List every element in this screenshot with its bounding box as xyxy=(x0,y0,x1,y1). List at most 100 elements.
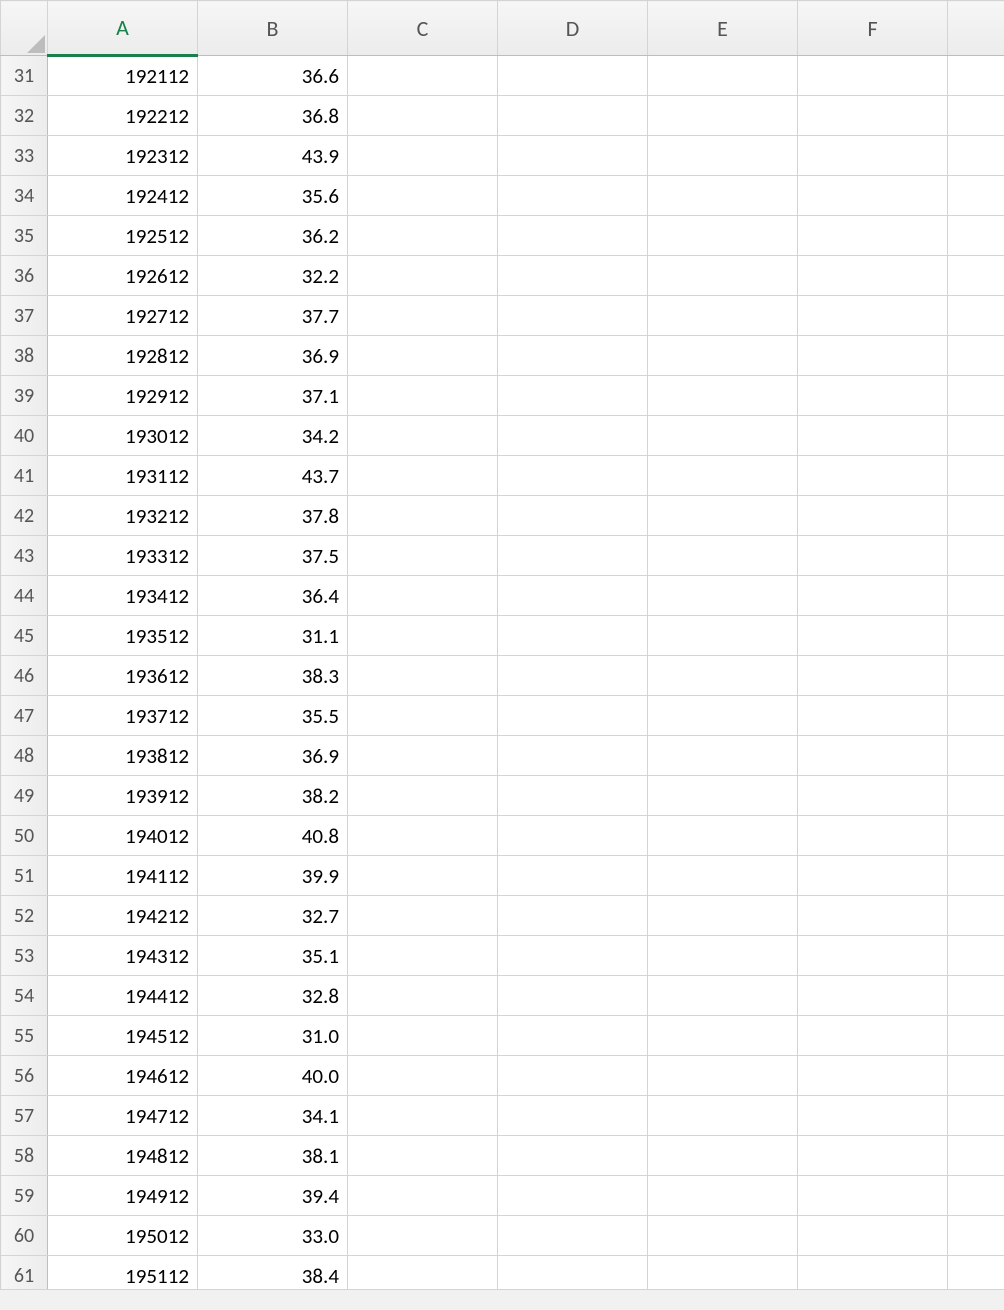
cell-A[interactable]: 194012 xyxy=(48,816,198,856)
cell-B[interactable]: 35.1 xyxy=(198,936,348,976)
cell-E[interactable] xyxy=(648,96,798,136)
cell-E[interactable] xyxy=(648,296,798,336)
row-header[interactable]: 31 xyxy=(1,56,48,96)
cell-D[interactable] xyxy=(498,656,648,696)
row-header[interactable]: 37 xyxy=(1,296,48,336)
cell-E[interactable] xyxy=(648,896,798,936)
horizontal-scrollbar[interactable] xyxy=(0,1289,1004,1310)
cell-B[interactable]: 40.8 xyxy=(198,816,348,856)
cell-E[interactable] xyxy=(648,376,798,416)
cell-D[interactable] xyxy=(498,576,648,616)
cell-B[interactable]: 34.2 xyxy=(198,416,348,456)
cell-B[interactable]: 38.1 xyxy=(198,1136,348,1176)
cell-C[interactable] xyxy=(348,1136,498,1176)
cell-C[interactable] xyxy=(348,936,498,976)
cell-B[interactable]: 35.6 xyxy=(198,176,348,216)
row-header[interactable]: 59 xyxy=(1,1176,48,1216)
cell-E[interactable] xyxy=(648,1136,798,1176)
cell-F[interactable] xyxy=(798,656,948,696)
cell-E[interactable] xyxy=(648,416,798,456)
row-header[interactable]: 51 xyxy=(1,856,48,896)
cell-F[interactable] xyxy=(798,576,948,616)
cell-A[interactable]: 192112 xyxy=(48,56,198,96)
row-header[interactable]: 36 xyxy=(1,256,48,296)
cell-A[interactable]: 194612 xyxy=(48,1056,198,1096)
cell-D[interactable] xyxy=(498,1216,648,1256)
cell-F[interactable] xyxy=(798,1136,948,1176)
cell-D[interactable] xyxy=(498,936,648,976)
cell-F[interactable] xyxy=(798,976,948,1016)
cell-D[interactable] xyxy=(498,1096,648,1136)
row-header[interactable]: 41 xyxy=(1,456,48,496)
cell-E[interactable] xyxy=(648,136,798,176)
cell-partial[interactable] xyxy=(948,1056,1004,1096)
cell-D[interactable] xyxy=(498,736,648,776)
cell-A[interactable]: 192212 xyxy=(48,96,198,136)
cell-F[interactable] xyxy=(798,536,948,576)
row-header[interactable]: 49 xyxy=(1,776,48,816)
cell-B[interactable]: 37.1 xyxy=(198,376,348,416)
column-header-partial[interactable] xyxy=(948,1,1004,56)
cell-C[interactable] xyxy=(348,536,498,576)
row-header[interactable]: 47 xyxy=(1,696,48,736)
cell-C[interactable] xyxy=(348,736,498,776)
row-header[interactable]: 39 xyxy=(1,376,48,416)
cell-B[interactable]: 32.2 xyxy=(198,256,348,296)
cell-partial[interactable] xyxy=(948,96,1004,136)
cell-F[interactable] xyxy=(798,816,948,856)
cell-F[interactable] xyxy=(798,1216,948,1256)
cell-partial[interactable] xyxy=(948,216,1004,256)
cell-partial[interactable] xyxy=(948,616,1004,656)
cell-A[interactable]: 194912 xyxy=(48,1176,198,1216)
cell-partial[interactable] xyxy=(948,456,1004,496)
cell-F[interactable] xyxy=(798,696,948,736)
cell-D[interactable] xyxy=(498,96,648,136)
cell-B[interactable]: 36.9 xyxy=(198,736,348,776)
cell-A[interactable]: 194212 xyxy=(48,896,198,936)
cell-A[interactable]: 194712 xyxy=(48,1096,198,1136)
cell-B[interactable]: 36.6 xyxy=(198,56,348,96)
cell-C[interactable] xyxy=(348,376,498,416)
cell-B[interactable]: 38.3 xyxy=(198,656,348,696)
cell-D[interactable] xyxy=(498,336,648,376)
cell-E[interactable] xyxy=(648,776,798,816)
column-header-E[interactable]: E xyxy=(648,1,798,56)
cell-F[interactable] xyxy=(798,376,948,416)
row-header[interactable]: 35 xyxy=(1,216,48,256)
cell-B[interactable]: 32.7 xyxy=(198,896,348,936)
cell-D[interactable] xyxy=(498,1136,648,1176)
cell-F[interactable] xyxy=(798,1096,948,1136)
column-header-D[interactable]: D xyxy=(498,1,648,56)
cell-D[interactable] xyxy=(498,616,648,656)
cell-C[interactable] xyxy=(348,656,498,696)
row-header[interactable]: 34 xyxy=(1,176,48,216)
cell-B[interactable]: 39.4 xyxy=(198,1176,348,1216)
cell-D[interactable] xyxy=(498,136,648,176)
cell-E[interactable] xyxy=(648,1016,798,1056)
cell-D[interactable] xyxy=(498,56,648,96)
row-header[interactable]: 42 xyxy=(1,496,48,536)
cell-F[interactable] xyxy=(798,56,948,96)
cell-C[interactable] xyxy=(348,416,498,456)
cell-A[interactable]: 194112 xyxy=(48,856,198,896)
cell-partial[interactable] xyxy=(948,1016,1004,1056)
cell-partial[interactable] xyxy=(948,536,1004,576)
cell-F[interactable] xyxy=(798,456,948,496)
cell-F[interactable] xyxy=(798,1056,948,1096)
cell-A[interactable]: 194312 xyxy=(48,936,198,976)
cell-partial[interactable] xyxy=(948,336,1004,376)
cell-F[interactable] xyxy=(798,496,948,536)
row-header[interactable]: 45 xyxy=(1,616,48,656)
cell-F[interactable] xyxy=(798,416,948,456)
cell-A[interactable]: 192712 xyxy=(48,296,198,336)
cell-E[interactable] xyxy=(648,936,798,976)
cell-A[interactable]: 193712 xyxy=(48,696,198,736)
cell-partial[interactable] xyxy=(948,656,1004,696)
cell-D[interactable] xyxy=(498,896,648,936)
cell-C[interactable] xyxy=(348,896,498,936)
column-header-C[interactable]: C xyxy=(348,1,498,56)
select-all-corner[interactable] xyxy=(1,1,48,56)
row-header[interactable]: 55 xyxy=(1,1016,48,1056)
cell-D[interactable] xyxy=(498,176,648,216)
cell-C[interactable] xyxy=(348,456,498,496)
